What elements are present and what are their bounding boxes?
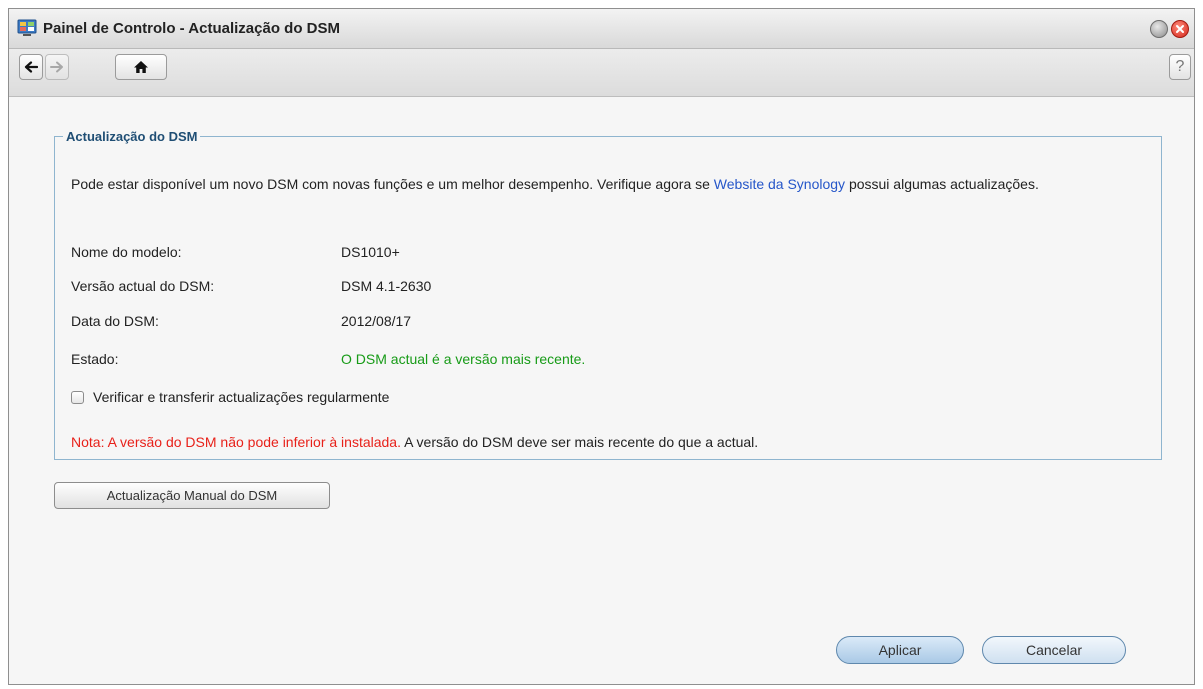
control-panel-window: Painel de Controlo - Actualização do DSM… xyxy=(8,8,1195,685)
version-note-text: A versão do DSM deve ser mais recente do… xyxy=(400,434,759,450)
title-bar: Painel de Controlo - Actualização do DSM xyxy=(9,9,1194,49)
close-icon xyxy=(1176,25,1184,33)
back-button[interactable] xyxy=(19,54,43,80)
apply-button[interactable]: Aplicar xyxy=(836,636,964,664)
auto-update-option[interactable]: Verificar e transferir actualizações reg… xyxy=(71,389,389,405)
status-row: Estado: O DSM actual é a versão mais rec… xyxy=(71,351,585,367)
auto-update-label: Verificar e transferir actualizações reg… xyxy=(93,389,390,405)
close-button[interactable] xyxy=(1171,20,1189,38)
version-note: Nota: A versão do DSM não pode inferior … xyxy=(71,434,758,450)
toolbar: ? xyxy=(9,49,1194,97)
section-legend: Actualização do DSM xyxy=(66,129,198,144)
model-name-row: Nome do modelo: DS1010+ xyxy=(71,244,400,260)
dsm-version-row: Versão actual do DSM: DSM 4.1-2630 xyxy=(71,278,431,294)
minimize-button[interactable] xyxy=(1150,20,1168,38)
synology-website-link[interactable]: Website da Synology xyxy=(714,176,845,192)
back-arrow-icon xyxy=(24,61,38,73)
model-name-label: Nome do modelo: xyxy=(71,244,182,260)
dsm-version-value: DSM 4.1-2630 xyxy=(341,278,432,294)
section-description: Pode estar disponível um novo DSM com no… xyxy=(71,176,1039,192)
model-name-value: DS1010+ xyxy=(341,244,400,260)
dsm-date-label: Data do DSM: xyxy=(71,313,159,329)
dsm-update-section: Actualização do DSM Pode estar disponíve… xyxy=(54,129,1162,460)
dsm-date-row: Data do DSM: 2012/08/17 xyxy=(71,313,411,329)
dsm-date-value: 2012/08/17 xyxy=(341,313,412,329)
forward-arrow-icon xyxy=(50,61,63,73)
manual-update-button[interactable]: Actualização Manual do DSM xyxy=(54,482,330,509)
cancel-button[interactable]: Cancelar xyxy=(982,636,1126,664)
help-button[interactable]: ? xyxy=(1169,54,1191,80)
main-content: Actualização do DSM Pode estar disponíve… xyxy=(9,97,1194,684)
status-value: O DSM actual é a versão mais recente. xyxy=(341,351,586,367)
window-title: Painel de Controlo - Actualização do DSM xyxy=(43,20,340,37)
version-warning: Nota: A versão do DSM não pode inferior … xyxy=(71,434,401,450)
dsm-version-label: Versão actual do DSM: xyxy=(71,278,215,294)
help-icon: ? xyxy=(1175,58,1185,75)
forward-button[interactable] xyxy=(45,54,69,80)
auto-update-checkbox[interactable] xyxy=(71,390,84,404)
control-panel-icon xyxy=(17,19,37,37)
status-label: Estado: xyxy=(71,351,119,367)
home-icon xyxy=(134,61,148,73)
home-button[interactable] xyxy=(115,54,167,80)
